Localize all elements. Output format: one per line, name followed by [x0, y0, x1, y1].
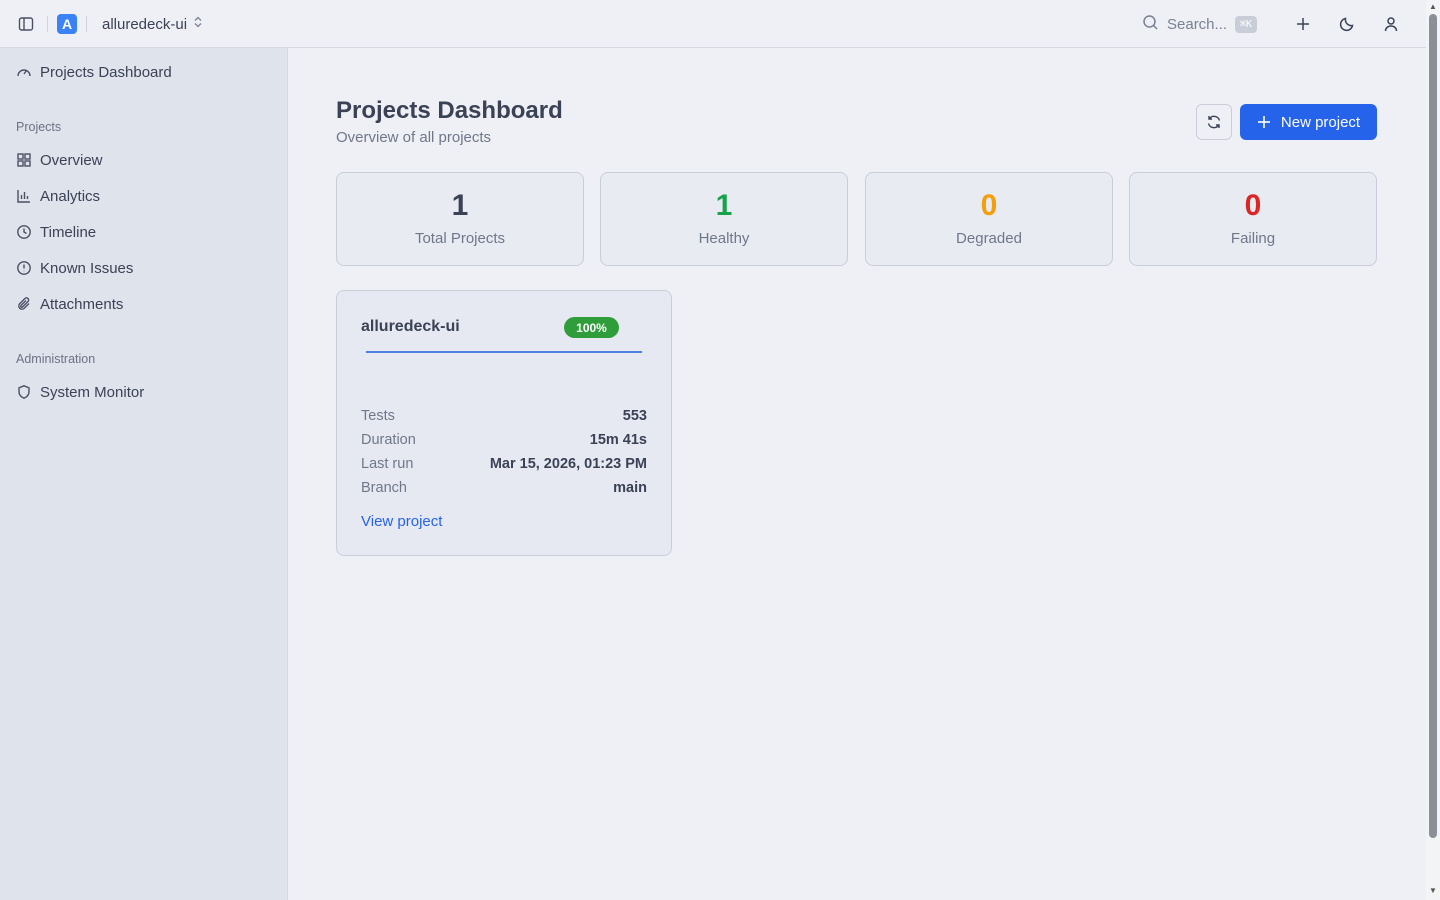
project-card-row-duration: Duration 15m 41s	[361, 432, 647, 448]
stat-card-degraded: 0 Degraded	[865, 172, 1113, 266]
grid-icon	[17, 153, 31, 167]
sidebar-item-projects-dashboard[interactable]: Projects Dashboard	[8, 57, 280, 87]
scroll-down-icon[interactable]: ▼	[1428, 886, 1438, 896]
user-icon[interactable]	[1381, 14, 1401, 34]
moon-icon[interactable]	[1337, 14, 1357, 34]
sidebar-item-label: Timeline	[40, 223, 97, 241]
stat-label: Healthy	[698, 230, 750, 247]
stat-label: Failing	[1230, 230, 1276, 247]
search-shortcut: ⌘K	[1235, 15, 1258, 33]
stat-value: 1	[451, 189, 469, 222]
sidebar-item-system-monitor[interactable]: System Monitor	[8, 377, 280, 407]
plus-icon[interactable]	[1293, 14, 1313, 34]
stat-card-healthy: 1 Healthy	[600, 172, 848, 266]
sidebar-toggle-icon[interactable]	[16, 14, 36, 34]
header-divider	[86, 16, 87, 32]
project-card-row-branch: Branch main	[361, 480, 647, 496]
sidebar-item-overview[interactable]: Overview	[8, 145, 280, 175]
sidebar-item-label: Analytics	[40, 187, 101, 205]
sidebar-item-known-issues[interactable]: Known Issues	[8, 253, 280, 283]
sidebar-item-label: Attachments	[40, 295, 124, 313]
bar-chart-icon	[17, 190, 30, 203]
sidebar-item-attachments[interactable]: Attachments	[8, 289, 280, 319]
stat-value: 1	[715, 189, 733, 222]
row-value: main	[613, 480, 647, 496]
sidebar-item-timeline[interactable]: Timeline	[8, 217, 280, 247]
sidebar-item-label: Projects Dashboard	[40, 63, 172, 81]
scroll-up-icon[interactable]: ▲	[1428, 2, 1438, 12]
vertical-scrollbar[interactable]: ▲ ▼	[1426, 0, 1440, 900]
project-card-row-last-run: Last run Mar 15, 2026, 01:23 PM	[361, 456, 647, 472]
main-content: Projects Dashboard Overview of all proje…	[288, 48, 1426, 900]
refresh-button[interactable]	[1196, 104, 1232, 140]
project-card-name: alluredeck-ui	[361, 318, 460, 335]
stat-label: Degraded	[956, 230, 1022, 247]
row-value: 15m 41s	[589, 432, 647, 448]
project-switcher-label: alluredeck-ui	[102, 15, 188, 33]
new-project-button[interactable]: New project	[1240, 104, 1377, 140]
page-title: Projects Dashboard	[336, 97, 563, 124]
pass-rate-badge: 100%	[564, 317, 619, 338]
stat-card-failing: 0 Failing	[1129, 172, 1377, 266]
stat-value: 0	[1244, 189, 1262, 222]
pass-rate-bar-fill	[366, 351, 642, 353]
view-project-link[interactable]: View project	[361, 513, 442, 530]
clock-icon	[17, 225, 31, 239]
refresh-icon	[1207, 115, 1221, 129]
row-key: Tests	[361, 408, 395, 424]
shield-icon	[18, 385, 30, 399]
search-placeholder: Search...	[1167, 15, 1228, 33]
top-header: A alluredeck-ui Search... ⌘K	[0, 0, 1426, 48]
stat-label: Total Projects	[414, 230, 506, 247]
stat-card-total-projects: 1 Total Projects	[336, 172, 584, 266]
sidebar-item-label: Overview	[40, 151, 103, 169]
row-value: Mar 15, 2026, 01:23 PM	[489, 456, 647, 472]
scrollbar-thumb[interactable]	[1429, 14, 1437, 838]
sidebar-item-label: System Monitor	[40, 383, 145, 401]
plus-icon	[1257, 116, 1270, 128]
row-value: 553	[622, 408, 647, 424]
row-key: Last run	[361, 456, 414, 472]
search-icon	[1142, 14, 1159, 35]
sidebar-group-projects: Projects	[16, 120, 62, 134]
gauge-icon	[17, 69, 31, 77]
new-project-label: New project	[1280, 113, 1361, 131]
project-switcher[interactable]: alluredeck-ui	[102, 13, 205, 35]
stat-value: 0	[980, 189, 998, 222]
project-card: alluredeck-ui 100% Tests 553 Duration 15…	[336, 290, 672, 556]
row-key: Branch	[361, 480, 407, 496]
alert-circle-icon	[17, 261, 31, 275]
project-card-row-tests: Tests 553	[361, 408, 647, 424]
sidebar: Projects Dashboard Projects Overview Ana…	[0, 48, 288, 900]
row-key: Duration	[361, 432, 416, 448]
sidebar-item-analytics[interactable]: Analytics	[8, 181, 280, 211]
paperclip-icon	[18, 297, 30, 310]
header-divider	[47, 16, 48, 32]
app-logo: A	[57, 14, 77, 34]
sidebar-group-administration: Administration	[16, 352, 96, 366]
pass-rate-bar	[366, 351, 642, 353]
search-button[interactable]: Search... ⌘K	[1142, 12, 1258, 36]
page-subtitle: Overview of all projects	[336, 129, 492, 146]
chevron-up-down-icon	[191, 15, 205, 33]
sidebar-item-label: Known Issues	[40, 259, 134, 277]
